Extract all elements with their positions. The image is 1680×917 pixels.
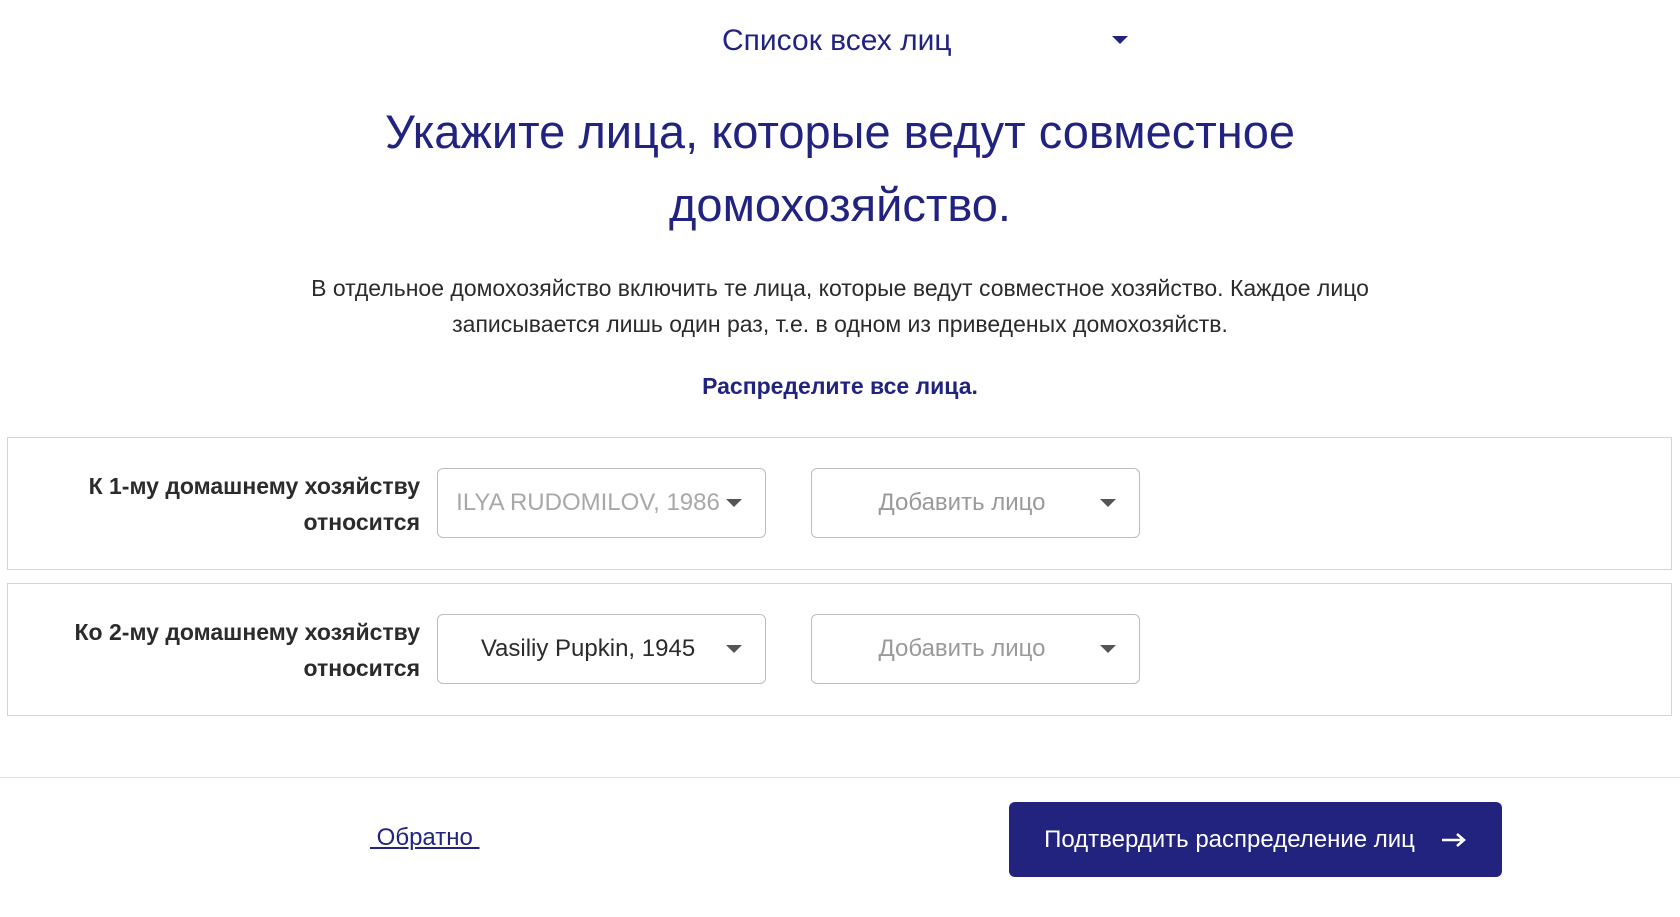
household-2-person-select[interactable]: Vasiliy Pupkin, 1945: [437, 614, 766, 684]
add-person-placeholder: Добавить лицо: [878, 635, 1046, 662]
confirm-distribution-button[interactable]: Подтвердить распределение лиц: [1009, 802, 1502, 877]
household-label-line1: К 1-му домашнему хозяйству: [88, 473, 420, 499]
persons-list-dropdown[interactable]: Список всех лиц: [722, 18, 1132, 64]
chevron-down-icon[interactable]: [1112, 36, 1128, 44]
instruction-text: Распределите все лица.: [702, 373, 978, 399]
chevron-down-icon[interactable]: [1100, 499, 1116, 507]
selected-person-value: Vasiliy Pupkin, 1945: [480, 635, 696, 662]
household-label: Ко 2-му домашнему хозяйству относится: [28, 614, 420, 686]
chevron-down-icon[interactable]: [726, 499, 742, 507]
page: Список всех лиц Укажите лица, которые ве…: [0, 0, 1680, 917]
household-label: К 1-му домашнему хозяйству относится: [28, 468, 420, 540]
confirm-button-label: Подтвердить распределение лиц: [1044, 825, 1415, 853]
chevron-down-icon[interactable]: [726, 645, 742, 653]
footer-divider: [0, 777, 1680, 778]
chevron-down-icon[interactable]: [1100, 645, 1116, 653]
household-label-line2: относится: [303, 509, 420, 535]
arrow-right-icon: [1441, 832, 1466, 847]
household-row-2: Ко 2-му домашнему хозяйству относится Va…: [7, 583, 1672, 716]
household-2-add-person-select[interactable]: Добавить лицо: [811, 614, 1140, 684]
persons-list-label: Список всех лиц: [722, 24, 952, 57]
household-1-add-person-select[interactable]: Добавить лицо: [811, 468, 1140, 538]
page-title: Укажите лица, которые ведут совместное д…: [384, 105, 1296, 231]
page-description: В отдельное домохозяйство включить те ли…: [311, 275, 1369, 337]
add-person-placeholder: Добавить лицо: [878, 489, 1046, 516]
household-label-line2: относится: [303, 655, 420, 681]
selected-person-value: ILYA RUDOMILOV, 1986: [456, 489, 720, 516]
back-link[interactable]: Обратно: [370, 824, 480, 852]
household-row-1: К 1-му домашнему хозяйству относится ILY…: [7, 437, 1672, 570]
household-label-line1: Ко 2-му домашнему хозяйству: [74, 619, 420, 645]
household-1-person-select[interactable]: ILYA RUDOMILOV, 1986: [437, 468, 766, 538]
